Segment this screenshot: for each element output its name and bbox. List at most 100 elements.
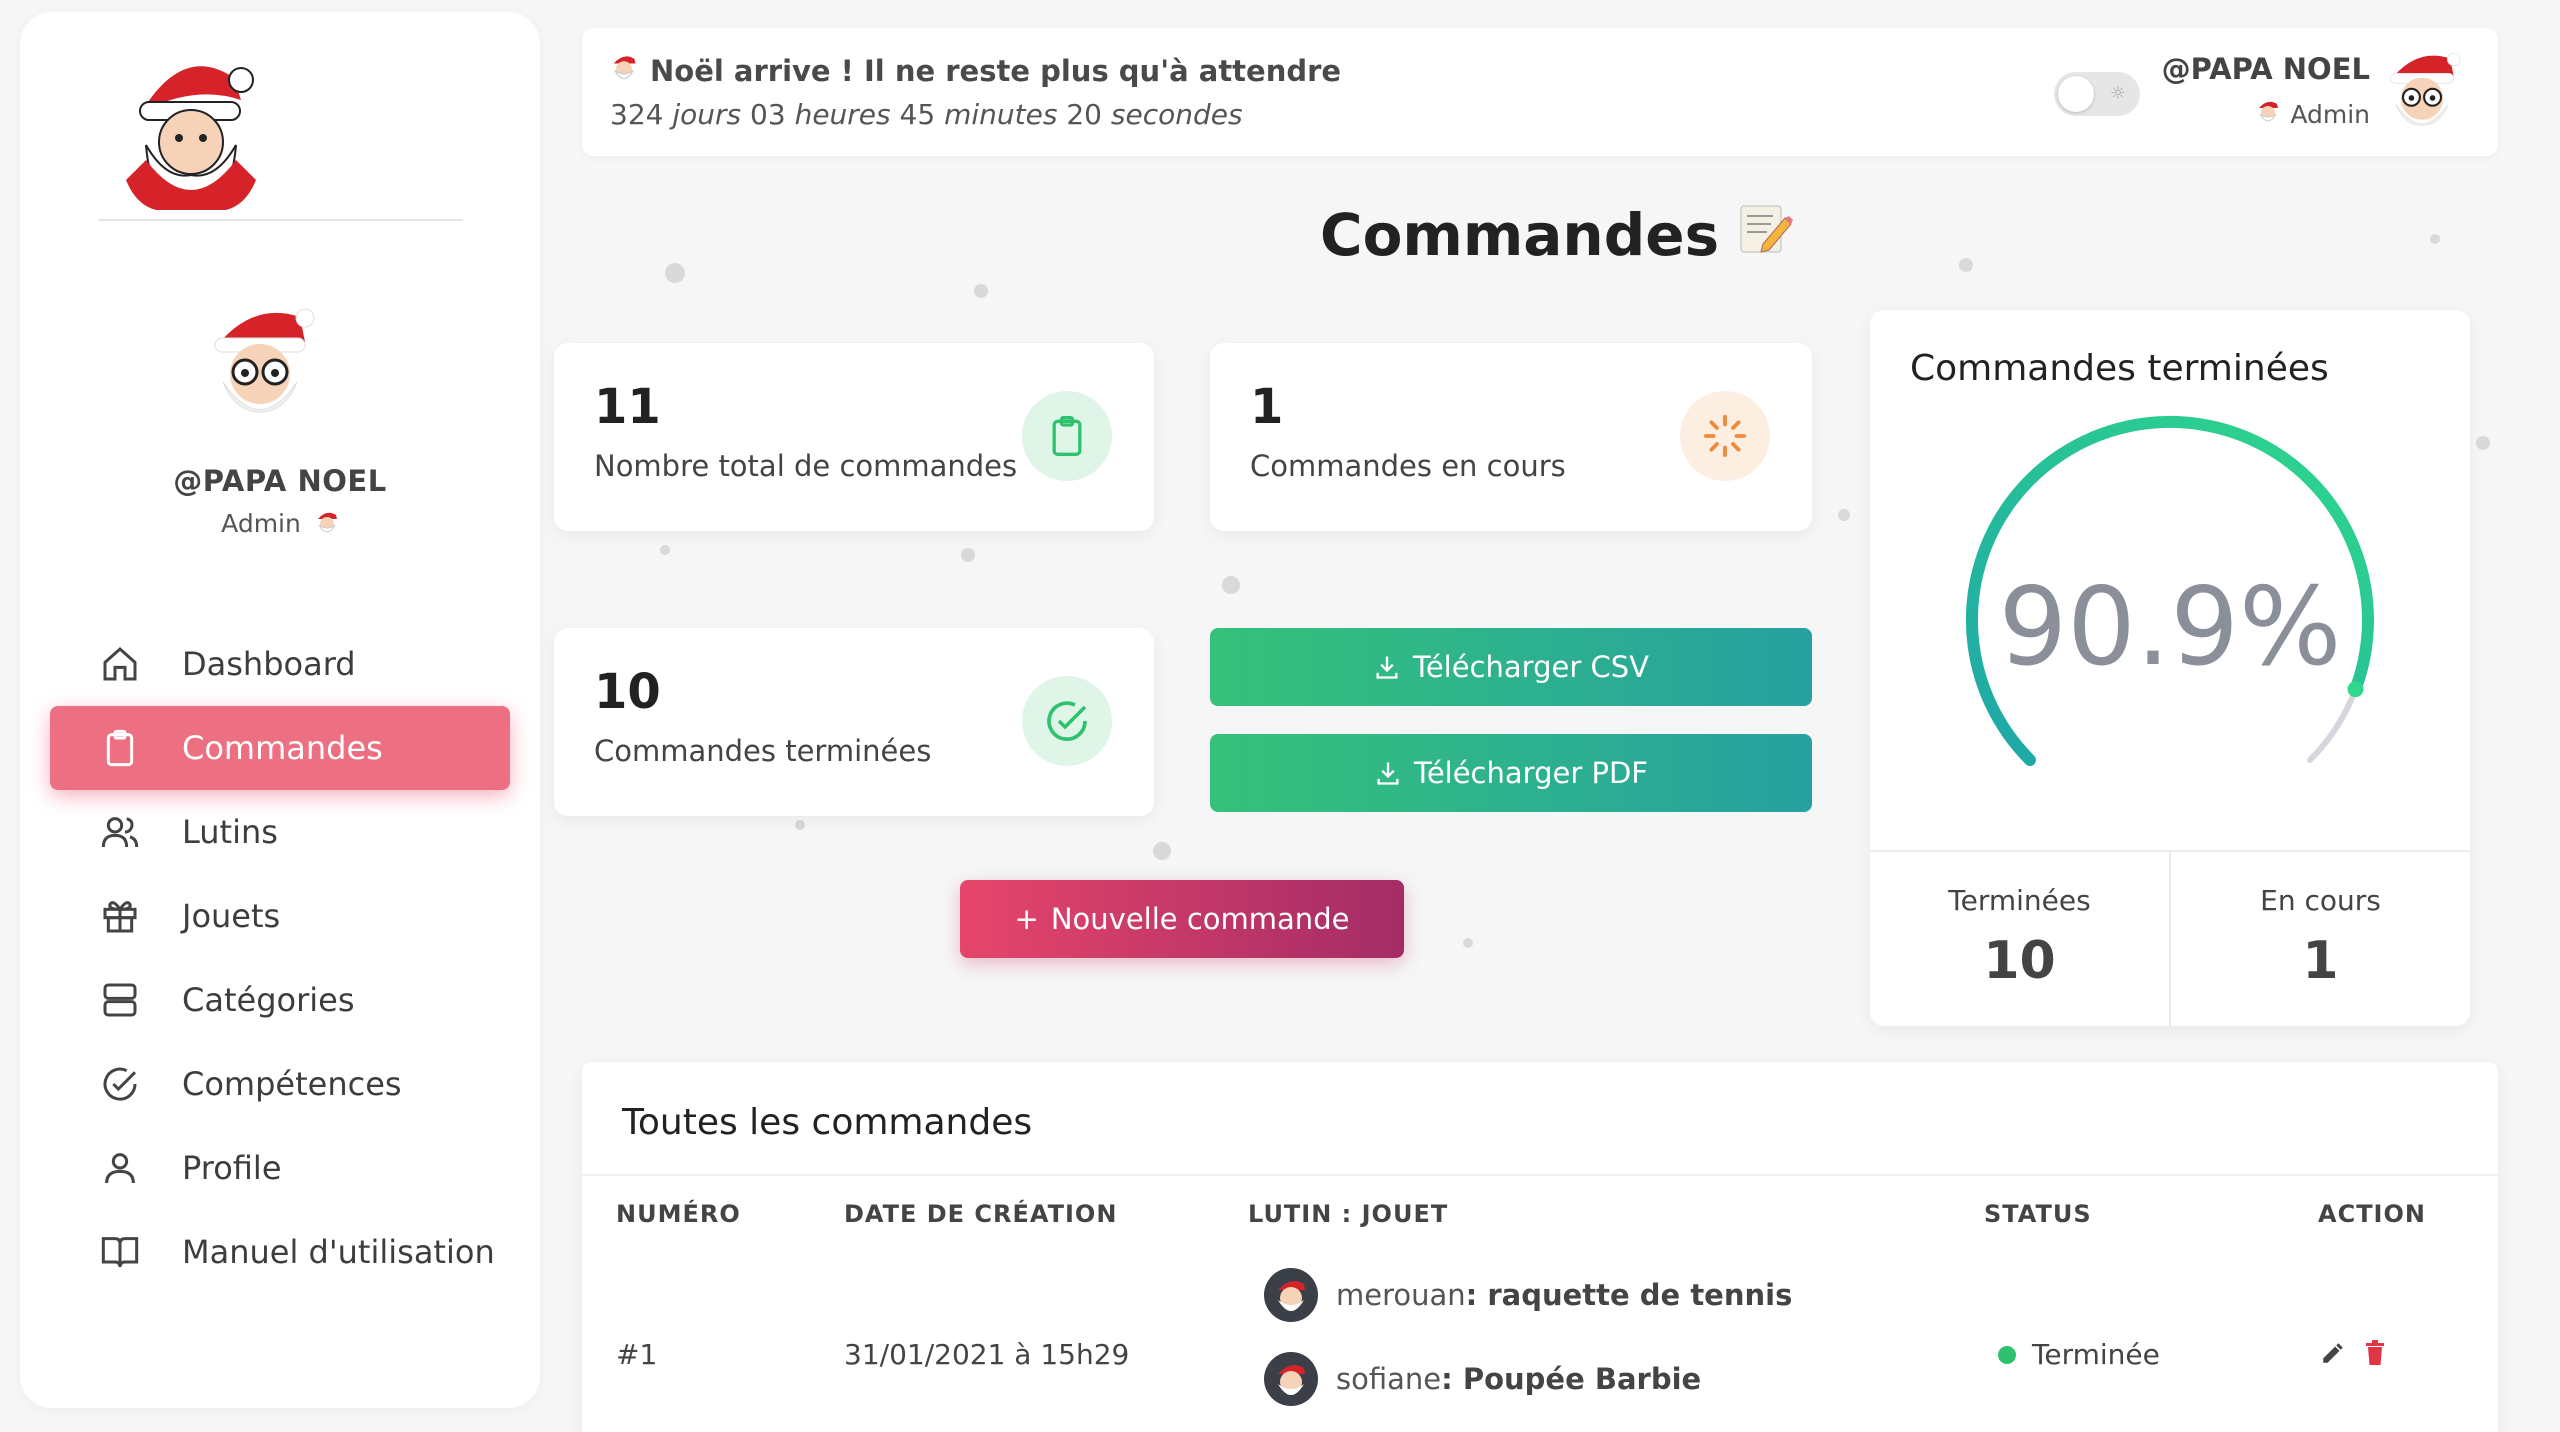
sidebar-item-manuel[interactable]: Manuel d'utilisation <box>50 1210 510 1294</box>
lutin-avatar <box>1264 1268 1318 1322</box>
countdown-hours: 03 <box>750 98 786 131</box>
lutin-name: sofiane <box>1336 1362 1442 1396</box>
profile-name: @PAPA NOEL <box>173 464 387 498</box>
snow-dot <box>2430 234 2440 244</box>
gauge-progress-label: En cours <box>2260 884 2381 917</box>
clipboard-icon <box>98 726 142 770</box>
status-dot <box>1998 1345 2016 1364</box>
countdown-minutes: 45 <box>899 98 936 131</box>
stat-total-label: Nombre total de commandes <box>594 449 1018 483</box>
download-icon <box>1374 759 1402 787</box>
stat-in-progress-value: 1 <box>1250 379 1284 435</box>
profile-role-label: Admin <box>221 509 301 538</box>
download-pdf-button[interactable]: Télécharger PDF <box>1210 734 1812 812</box>
delete-icon[interactable] <box>2364 1340 2386 1370</box>
loader-icon <box>1680 391 1770 481</box>
completed-orders-gauge-card: Commandes terminées 90.9% Terminées 10 E… <box>1870 310 2470 1026</box>
countdown-days: 324 <box>610 98 664 131</box>
column-header-numero[interactable]: NUMÉRO <box>616 1200 741 1228</box>
countdown-title-text: Noël arrive ! Il ne reste plus qu'à atte… <box>650 53 1342 88</box>
stat-in-progress-label: Commandes en cours <box>1250 449 1566 483</box>
download-pdf-label: Télécharger PDF <box>1414 756 1648 790</box>
stat-card-done: 10 Commandes terminées <box>554 628 1154 816</box>
orders-table-card: Toutes les commandes NUMÉRO DATE DE CRÉA… <box>582 1062 2498 1432</box>
user-icon <box>98 1146 142 1190</box>
gauge-done-value: 10 <box>1983 931 2056 991</box>
column-header-date[interactable]: DATE DE CRÉATION <box>844 1200 1117 1228</box>
lutin-item: sofiane: Poupée Barbie <box>1264 1352 1701 1406</box>
check-circle-icon <box>1022 676 1112 766</box>
sidebar-item-profile[interactable]: Profile <box>50 1126 510 1210</box>
snow-dot <box>961 548 975 562</box>
countdown-timer: 324 jours 03 heures 45 minutes 20 second… <box>610 98 1243 131</box>
sidebar-item-label: Lutins <box>182 813 278 851</box>
column-header-lutin-jouet[interactable]: LUTIN : JOUET <box>1248 1200 1448 1228</box>
status-badge: Terminée <box>1998 1338 2160 1371</box>
theme-toggle[interactable]: ☼ <box>2054 72 2140 116</box>
stat-done-label: Commandes terminées <box>594 734 932 768</box>
sidebar-item-label: Commandes <box>182 729 383 767</box>
sidebar-item-dashboard[interactable]: Dashboard <box>50 622 510 706</box>
stat-card-total: 11 Nombre total de commandes <box>554 343 1154 531</box>
gift-icon <box>98 894 142 938</box>
gauge-done-label: Terminées <box>1948 884 2091 917</box>
snow-dot <box>665 263 685 283</box>
stat-total-value: 11 <box>594 379 661 435</box>
sidebar: @PAPA NOEL Admin Dashboard Commandes Lut… <box>20 12 540 1408</box>
sidebar-item-categories[interactable]: Catégories <box>50 958 510 1042</box>
check-circle-icon <box>98 1062 142 1106</box>
sidebar-nav: Dashboard Commandes Lutins Jouets Catégo… <box>50 622 510 1294</box>
profile-role: Admin <box>20 509 540 541</box>
snow-dot <box>660 545 670 555</box>
status-label: Terminée <box>2032 1338 2160 1371</box>
sidebar-item-label: Jouets <box>182 897 281 935</box>
download-icon <box>1373 653 1401 681</box>
home-icon <box>98 642 142 686</box>
column-header-action[interactable]: ACTION <box>2318 1200 2426 1228</box>
book-icon <box>98 1230 142 1274</box>
countdown-title: Noël arrive ! Il ne reste plus qu'à atte… <box>610 52 1341 89</box>
sidebar-item-label: Dashboard <box>182 645 356 683</box>
gauge-progress-value: 1 <box>2302 931 2339 991</box>
snow-dot <box>1463 938 1473 948</box>
header-avatar[interactable] <box>2382 48 2462 136</box>
download-csv-label: Télécharger CSV <box>1413 650 1649 684</box>
column-header-status[interactable]: STATUS <box>1984 1200 2092 1228</box>
new-order-button[interactable]: + Nouvelle commande <box>960 880 1404 958</box>
users-icon <box>98 810 142 854</box>
jouet-name: Poupée Barbie <box>1462 1362 1702 1396</box>
countdown-hours-unit: heures <box>794 98 891 131</box>
toggle-knob <box>2058 76 2094 112</box>
edit-icon[interactable] <box>2320 1340 2346 1370</box>
download-csv-button[interactable]: Télécharger CSV <box>1210 628 1812 706</box>
header-user-role-label: Admin <box>2290 99 2370 129</box>
gauge-progress-column: En cours 1 <box>2169 852 2470 1026</box>
sidebar-item-commandes[interactable]: Commandes <box>50 706 510 790</box>
sidebar-item-jouets[interactable]: Jouets <box>50 874 510 958</box>
sun-icon: ☼ <box>2109 83 2126 104</box>
memo-icon <box>1737 200 1794 270</box>
santa-mini-icon <box>610 52 638 89</box>
sidebar-divider <box>98 219 463 221</box>
santa-logo[interactable] <box>116 50 266 210</box>
sidebar-item-label: Compétences <box>182 1065 402 1103</box>
jouet-name: raquette de tennis <box>1487 1278 1793 1312</box>
gauge-summary: Terminées 10 En cours 1 <box>1870 850 2470 1026</box>
snow-dot <box>974 284 988 298</box>
lutin-item: merouan: raquette de tennis <box>1264 1268 1792 1322</box>
sidebar-item-label: Catégories <box>182 981 355 1019</box>
stat-card-in-progress: 1 Commandes en cours <box>1210 343 1812 531</box>
sidebar-item-label: Profile <box>182 1149 282 1187</box>
row-number: #1 <box>616 1338 658 1371</box>
plus-icon: + <box>1014 902 1039 936</box>
santa-mini-icon <box>2256 98 2280 130</box>
top-bar: Noël arrive ! Il ne reste plus qu'à atte… <box>582 28 2498 156</box>
header-user-name: @PAPA NOEL <box>2161 52 2370 86</box>
new-order-label: Nouvelle commande <box>1050 902 1350 936</box>
table-divider <box>582 1174 2498 1176</box>
snow-dot <box>1153 842 1171 860</box>
sidebar-item-competences[interactable]: Compétences <box>50 1042 510 1126</box>
server-icon <box>98 978 142 1022</box>
sidebar-item-lutins[interactable]: Lutins <box>50 790 510 874</box>
row-date: 31/01/2021 à 15h29 <box>844 1338 1130 1371</box>
